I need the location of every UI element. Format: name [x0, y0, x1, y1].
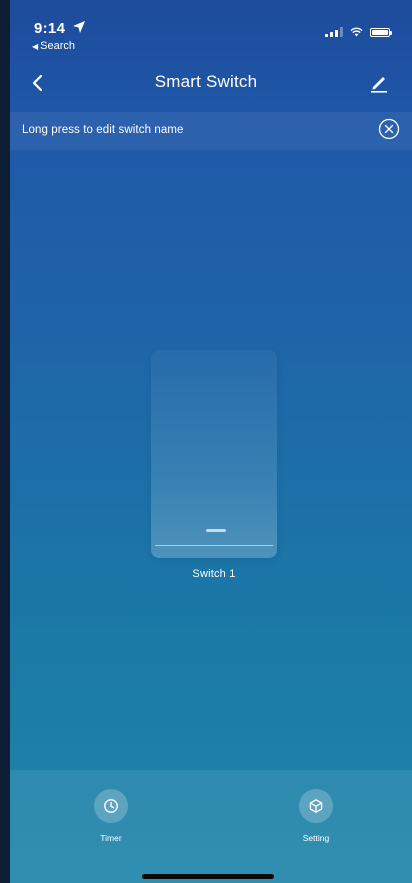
smart-switch-screen: 9:14 ◀ Search Smart Switch Long press to …: [0, 0, 412, 883]
home-indicator[interactable]: [142, 874, 274, 879]
timer-label: Timer: [100, 833, 122, 843]
setting-button[interactable]: Setting: [276, 789, 356, 843]
setting-label: Setting: [302, 833, 330, 843]
timer-circle[interactable]: [94, 789, 128, 823]
clock-icon: [104, 799, 118, 813]
wifi-icon: [350, 27, 363, 37]
signal-icon: [325, 27, 343, 37]
back-triangle-icon: ◀: [32, 42, 39, 51]
switch-indicator: [206, 529, 226, 532]
page-title: Smart Switch: [154, 72, 258, 91]
pencil-icon[interactable]: [368, 72, 390, 94]
battery-icon: [370, 27, 392, 37]
switch-1-label[interactable]: Switch 1: [151, 568, 277, 580]
switch-divider: [155, 545, 273, 546]
status-back-link[interactable]: ◀ Search: [32, 40, 75, 52]
switch-1-toggle[interactable]: [151, 350, 277, 558]
cube-icon: [309, 799, 323, 813]
status-time: 9:14: [34, 20, 66, 37]
status-back-label: Search: [40, 40, 76, 52]
status-icons: [325, 27, 392, 37]
left-edge: [0, 0, 10, 883]
location-arrow-icon: [73, 21, 85, 33]
close-icon[interactable]: [378, 118, 400, 140]
hint-text: Long press to edit switch name: [22, 124, 184, 136]
setting-circle[interactable]: [299, 789, 333, 823]
timer-button[interactable]: Timer: [71, 789, 151, 843]
